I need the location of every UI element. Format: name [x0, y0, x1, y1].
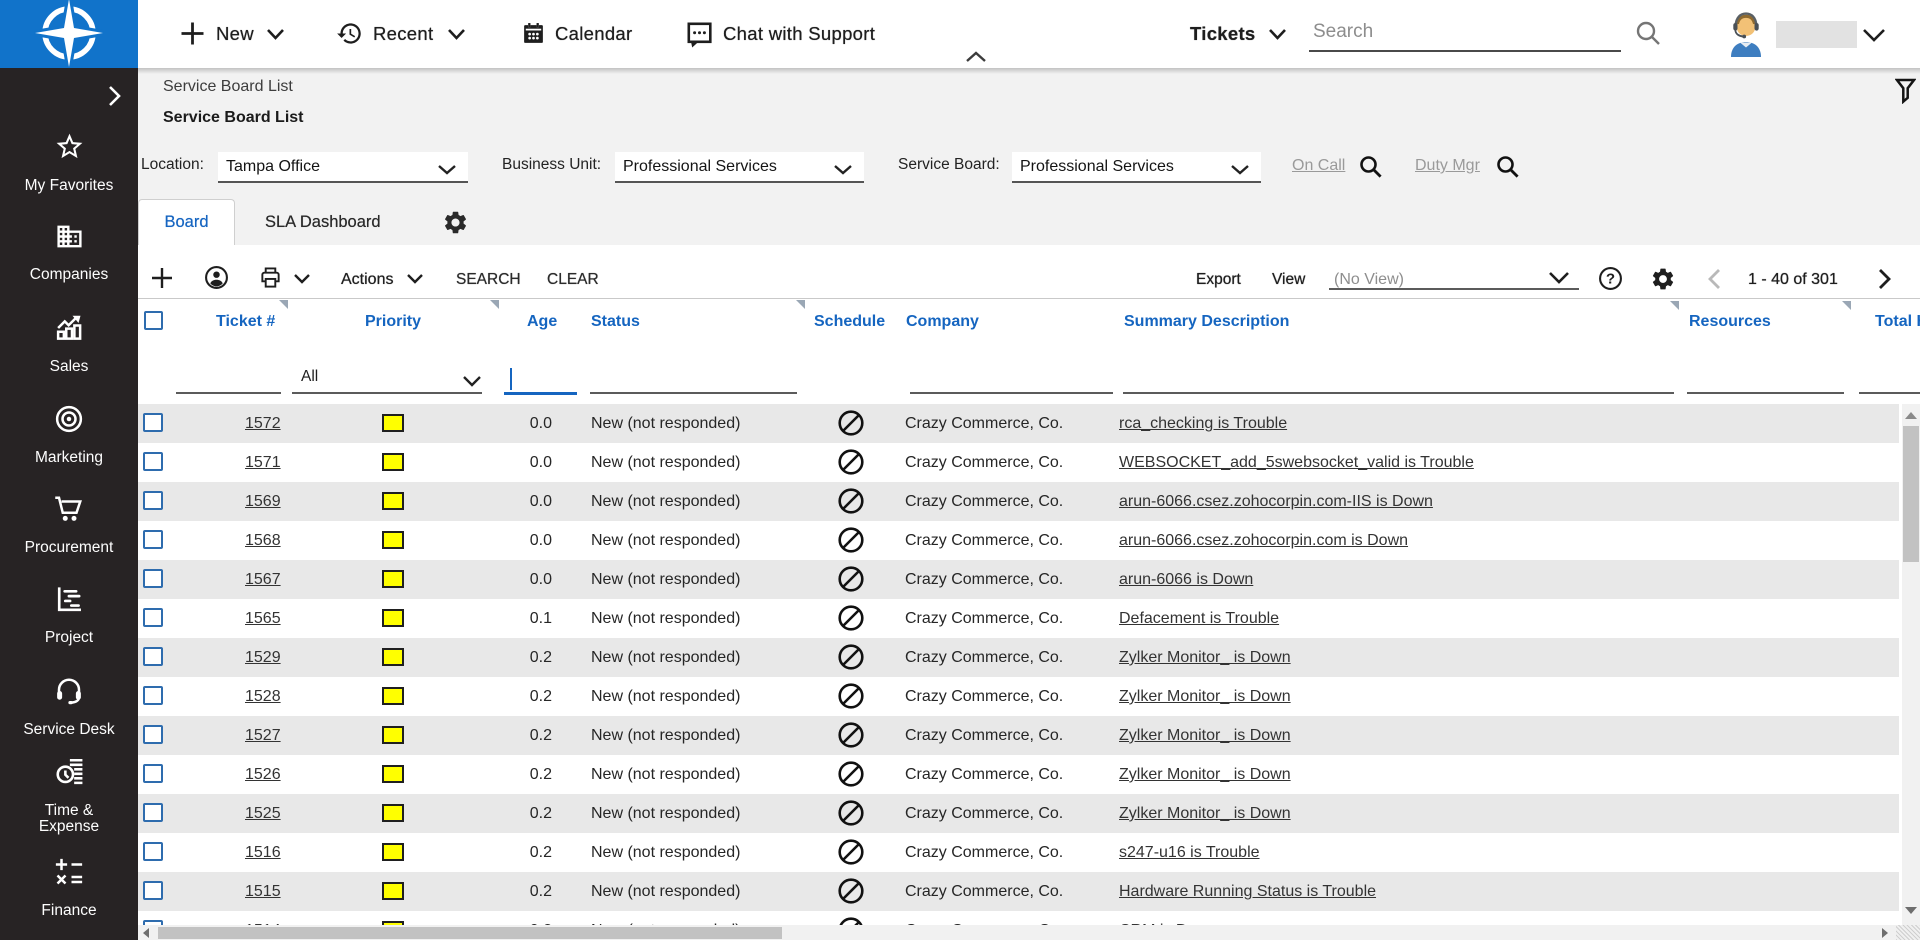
svg-text:?: ? — [1606, 271, 1615, 288]
